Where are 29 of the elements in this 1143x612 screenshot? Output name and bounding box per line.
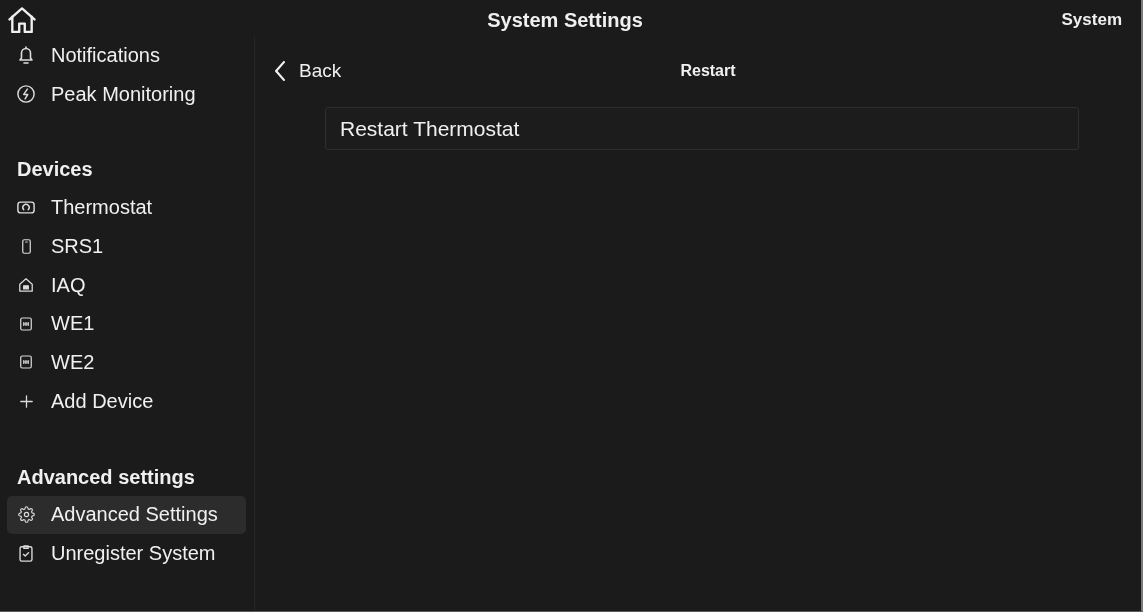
back-button[interactable]: Back: [275, 60, 342, 82]
sidebar-item[interactable]: Peak Monitoring: [7, 74, 246, 114]
clipboard-check-icon: [19, 545, 33, 563]
sidebar-item[interactable]: IAQ: [7, 265, 246, 305]
bell-icon: [19, 46, 33, 65]
page-title: System Settings: [487, 8, 643, 32]
sidebar-item[interactable]: Notifications: [7, 36, 246, 75]
sidebar-item[interactable]: Unregister System: [7, 534, 246, 573]
device-panel-icon: [20, 355, 32, 370]
sidebar-item[interactable]: Add Device: [7, 381, 246, 421]
home-icon[interactable]: [8, 6, 36, 34]
system-label: System: [1061, 10, 1122, 30]
sidebar-item[interactable]: Advanced Settings: [7, 495, 246, 535]
option-row[interactable]: Restart Thermostat: [325, 107, 1079, 150]
section-heading: Devices: [17, 157, 93, 183]
chevron-left-icon: [275, 61, 285, 81]
sidebar-item[interactable]: SRS1: [7, 227, 246, 266]
sidebar-item[interactable]: WE2: [7, 343, 246, 382]
sidebar-item[interactable]: WE1: [7, 304, 246, 344]
sensor-icon: [21, 238, 31, 254]
house-icon: [19, 278, 33, 293]
section-heading: Advanced settings: [17, 464, 195, 490]
thermostat-icon: [17, 201, 35, 215]
device-panel-icon: [20, 316, 32, 331]
sidebar-item[interactable]: Thermostat: [7, 188, 246, 228]
gear-icon: [17, 506, 35, 524]
plus-icon: [19, 394, 33, 408]
panel-title: Restart: [680, 62, 736, 80]
lightning-icon: [17, 85, 35, 104]
